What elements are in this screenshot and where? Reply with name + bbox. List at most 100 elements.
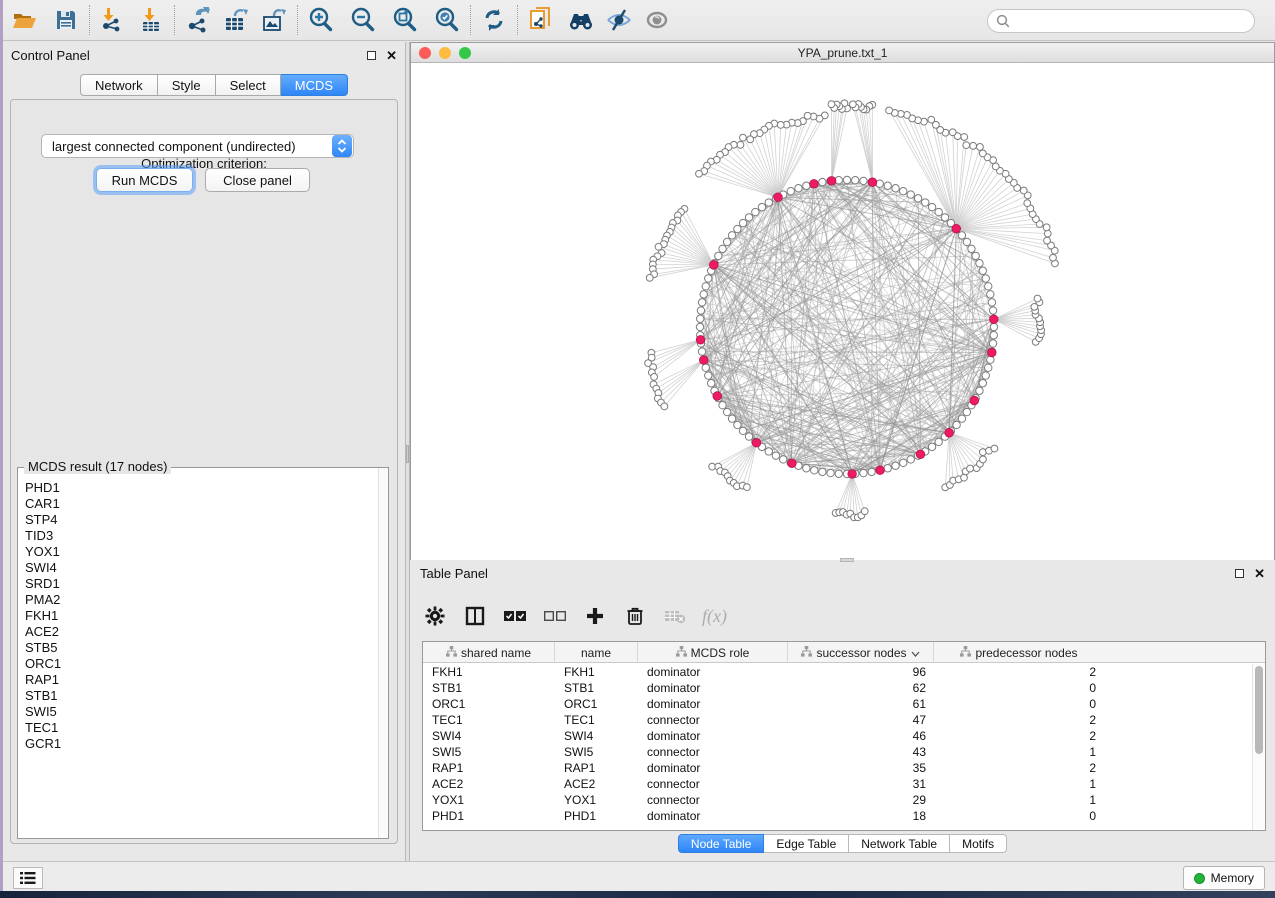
table-row[interactable]: STB1STB1dominator620	[423, 680, 1265, 696]
scrollbar-thumb[interactable]	[1255, 666, 1263, 754]
column-header-MCDS-role[interactable]: MCDS role	[638, 642, 788, 663]
hide-selected-icon[interactable]	[604, 5, 634, 35]
table-row[interactable]: SWI5SWI5connector431	[423, 744, 1265, 760]
zoom-out-icon[interactable]	[348, 5, 378, 35]
mcds-result-item[interactable]: SRD1	[25, 576, 378, 592]
cell-name: PHD1	[555, 808, 638, 824]
list-icon	[20, 871, 36, 885]
cell-MCDS-role: dominator	[638, 680, 788, 696]
find-neighbors-icon[interactable]	[566, 5, 596, 35]
column-header-shared-name[interactable]: shared name	[423, 642, 555, 663]
column-header-predecessor-nodes[interactable]: predecessor nodes	[934, 642, 1104, 663]
table-row[interactable]: ORC1ORC1dominator610	[423, 696, 1265, 712]
memory-button-label: Memory	[1211, 871, 1254, 885]
search-icon	[996, 14, 1011, 29]
table-scrollbar[interactable]	[1252, 664, 1265, 830]
tab-style[interactable]: Style	[158, 74, 216, 96]
open-file-icon[interactable]	[9, 5, 39, 35]
mcds-result-item[interactable]: TEC1	[25, 720, 378, 736]
mcds-result-item[interactable]: ORC1	[25, 656, 378, 672]
cell-MCDS-role: dominator	[638, 760, 788, 776]
save-session-icon[interactable]	[51, 5, 81, 35]
mcds-result-item[interactable]: YOX1	[25, 544, 378, 560]
tab-node-table[interactable]: Node Table	[678, 834, 765, 853]
tab-network-table[interactable]: Network Table	[849, 834, 950, 853]
cell-predecessor-nodes: 2	[934, 712, 1104, 728]
column-header-successor-nodes[interactable]: successor nodes	[788, 642, 934, 663]
table-row[interactable]: TEC1TEC1connector472	[423, 712, 1265, 728]
close-icon[interactable]: ✕	[1254, 569, 1265, 578]
dropdown-stepper-icon	[332, 135, 352, 157]
table-settings-icon[interactable]	[422, 603, 448, 629]
cell-successor-nodes: 96	[788, 664, 934, 680]
mcds-list-scrollbar[interactable]	[378, 468, 388, 838]
mcds-result-list[interactable]: PHD1CAR1STP4TID3YOX1SWI4SRD1PMA2FKH1ACE2…	[18, 472, 378, 838]
mcds-result-item[interactable]: ACE2	[25, 624, 378, 640]
mcds-result-item[interactable]: CAR1	[25, 496, 378, 512]
table-row[interactable]: FKH1FKH1dominator962	[423, 664, 1265, 680]
cell-successor-nodes: 61	[788, 696, 934, 712]
column-header-name[interactable]: name	[555, 642, 638, 663]
close-panel-button[interactable]: Close panel	[205, 168, 310, 192]
table-row[interactable]: ACE2ACE2connector311	[423, 776, 1265, 792]
cell-name: SWI5	[555, 744, 638, 760]
run-mcds-button[interactable]: Run MCDS	[96, 168, 193, 192]
network-canvas[interactable]	[411, 64, 1274, 560]
table-panel-title: Table Panel	[420, 566, 488, 581]
column-type-icon	[960, 646, 971, 660]
mcds-result-item[interactable]: RAP1	[25, 672, 378, 688]
cell-MCDS-role: connector	[638, 776, 788, 792]
show-all-icon[interactable]	[642, 5, 672, 35]
tab-edge-table[interactable]: Edge Table	[764, 834, 849, 853]
network-graph[interactable]	[411, 64, 1274, 560]
mcds-result-item[interactable]: STB5	[25, 640, 378, 656]
table-row[interactable]: YOX1YOX1connector291	[423, 792, 1265, 808]
mcds-result-item[interactable]: FKH1	[25, 608, 378, 624]
search-field[interactable]	[987, 9, 1255, 33]
cell-predecessor-nodes: 0	[934, 808, 1104, 824]
refresh-icon[interactable]	[479, 5, 509, 35]
mcds-result-item[interactable]: PMA2	[25, 592, 378, 608]
close-icon[interactable]: ✕	[386, 51, 397, 60]
table-row[interactable]: RAP1RAP1dominator352	[423, 760, 1265, 776]
mcds-result-item[interactable]: STB1	[25, 688, 378, 704]
zoom-fit-icon[interactable]	[390, 5, 420, 35]
zoom-selected-icon[interactable]	[432, 5, 462, 35]
mcds-result-item[interactable]: GCR1	[25, 736, 378, 752]
float-window-icon[interactable]	[1235, 569, 1244, 578]
divider-grip[interactable]	[406, 445, 409, 463]
add-row-icon[interactable]	[582, 603, 608, 629]
mcds-result-item[interactable]: SWI4	[25, 560, 378, 576]
network-window-title: YPA_prune.txt_1	[411, 46, 1274, 60]
tab-motifs[interactable]: Motifs	[950, 834, 1007, 853]
import-network-icon[interactable]	[98, 5, 128, 35]
tab-network[interactable]: Network	[80, 74, 158, 96]
float-window-icon[interactable]	[367, 51, 376, 60]
search-input[interactable]	[1011, 12, 1254, 30]
application-window: Control Panel ✕ NetworkStyleSelectMCDS O…	[3, 0, 1275, 893]
delete-row-icon[interactable]	[622, 603, 648, 629]
select-all-icon[interactable]	[502, 603, 528, 629]
column-type-icon	[446, 646, 457, 660]
export-table-icon[interactable]	[221, 5, 251, 35]
tab-mcds[interactable]: MCDS	[281, 74, 348, 96]
criterion-dropdown[interactable]: largest connected component (undirected)	[41, 134, 354, 158]
zoom-in-icon[interactable]	[306, 5, 336, 35]
show-columns-icon[interactable]	[462, 603, 488, 629]
mcds-result-item[interactable]: TID3	[25, 528, 378, 544]
new-network-from-selection-icon[interactable]	[526, 5, 556, 35]
mcds-result-item[interactable]: STP4	[25, 512, 378, 528]
import-table-icon[interactable]	[136, 5, 166, 35]
task-history-button[interactable]	[13, 867, 43, 889]
tab-select[interactable]: Select	[216, 74, 281, 96]
mcds-result-item[interactable]: SWI5	[25, 704, 378, 720]
export-network-icon[interactable]	[183, 5, 213, 35]
mcds-result-item[interactable]: PHD1	[25, 480, 378, 496]
memory-button[interactable]: Memory	[1183, 866, 1265, 890]
deselect-all-icon[interactable]	[542, 603, 568, 629]
sort-desc-icon	[911, 646, 920, 660]
network-window-titlebar[interactable]: YPA_prune.txt_1	[411, 43, 1274, 63]
table-row[interactable]: SWI4SWI4dominator462	[423, 728, 1265, 744]
table-row[interactable]: PHD1PHD1dominator180	[423, 808, 1265, 824]
export-image-icon[interactable]	[259, 5, 289, 35]
